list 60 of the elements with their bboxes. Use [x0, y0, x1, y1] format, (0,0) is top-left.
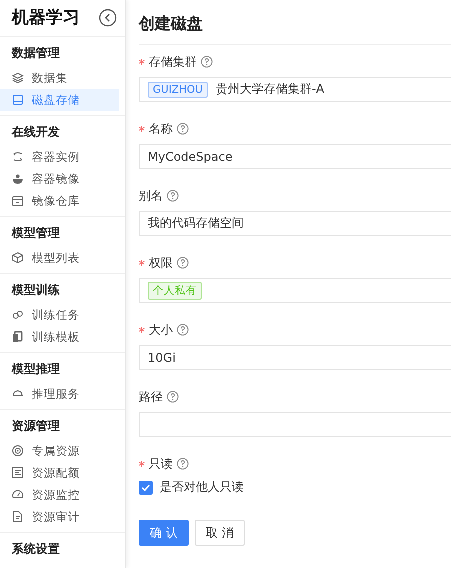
- input-field[interactable]: 10Gi: [139, 345, 451, 370]
- field-label: 名称: [149, 120, 173, 138]
- loop-icon: [12, 151, 24, 163]
- sidebar-item[interactable]: 数据集: [0, 67, 119, 89]
- field-label: 大小: [149, 322, 173, 338]
- help-icon[interactable]: [177, 458, 189, 470]
- field-label: 只读: [149, 456, 173, 472]
- help-icon[interactable]: [167, 190, 179, 202]
- sidebar-item[interactable]: 训练任务: [0, 304, 119, 326]
- gauge-icon: [12, 489, 24, 501]
- tag: GUIZHOU: [148, 82, 208, 98]
- app-title: 机器学习: [12, 7, 80, 29]
- section-header: 数据管理: [10, 45, 61, 62]
- drive-icon: [12, 94, 24, 106]
- document-icon: [12, 511, 24, 523]
- bowl-icon: [12, 173, 24, 185]
- input-field[interactable]: [139, 412, 451, 437]
- section-header: 模型推理: [10, 361, 61, 378]
- page-title: 创建磁盘: [139, 14, 451, 45]
- sidebar-item[interactable]: 推理服务: [0, 383, 119, 405]
- field-label: 路径: [139, 388, 163, 406]
- help-icon[interactable]: [177, 123, 189, 135]
- sidebar-item[interactable]: 镜像仓库: [0, 190, 119, 212]
- select-value: 贵州大学存储集群-A: [216, 81, 325, 98]
- list-icon: [12, 467, 24, 479]
- field-label: 存储集群: [149, 54, 197, 70]
- cancel-button[interactable]: 取 消: [195, 520, 245, 546]
- copy-icon: [12, 331, 24, 343]
- box-icon: [12, 195, 24, 207]
- link-icon: [12, 309, 24, 321]
- sidebar-item[interactable]: 专属资源: [0, 440, 119, 462]
- collapse-icon[interactable]: [99, 8, 117, 26]
- checkbox-label: 是否对他人只读: [160, 479, 244, 496]
- sidebar-item[interactable]: 模型列表: [0, 247, 119, 269]
- help-icon[interactable]: [201, 56, 213, 68]
- checkbox[interactable]: [139, 480, 153, 494]
- section-header: 模型训练: [10, 282, 61, 299]
- section-header: 资源管理: [11, 418, 61, 435]
- section-header: 在线开发: [10, 124, 61, 141]
- sidebar-item[interactable]: 容器镜像: [0, 168, 119, 190]
- input-field[interactable]: MyCodeSpace: [139, 144, 451, 169]
- target-icon: [12, 445, 24, 457]
- help-icon[interactable]: [177, 257, 189, 269]
- help-icon[interactable]: [167, 391, 179, 403]
- layers-icon: [12, 72, 24, 84]
- tag: 个人私有: [148, 282, 202, 300]
- section-header: 模型管理: [10, 225, 61, 242]
- help-icon[interactable]: [177, 324, 189, 336]
- confirm-button[interactable]: 确 认: [139, 520, 189, 546]
- section-header: 系统设置: [11, 541, 61, 558]
- sidebar-item[interactable]: 资源审计: [0, 506, 119, 528]
- sidebar-item[interactable]: 容器实例: [0, 146, 119, 168]
- sidebar-item[interactable]: 训练模板: [0, 326, 119, 348]
- field-label: 别名: [139, 188, 163, 204]
- select-field[interactable]: GUIZHOU 贵州大学存储集群-A: [139, 77, 451, 102]
- sidebar-item[interactable]: 资源配额: [0, 462, 119, 484]
- input-field[interactable]: 我的代码存储空间: [139, 211, 451, 236]
- cube-icon: [12, 252, 24, 264]
- sidebar-item[interactable]: 资源监控: [0, 484, 119, 506]
- field-label: 权限: [149, 254, 173, 272]
